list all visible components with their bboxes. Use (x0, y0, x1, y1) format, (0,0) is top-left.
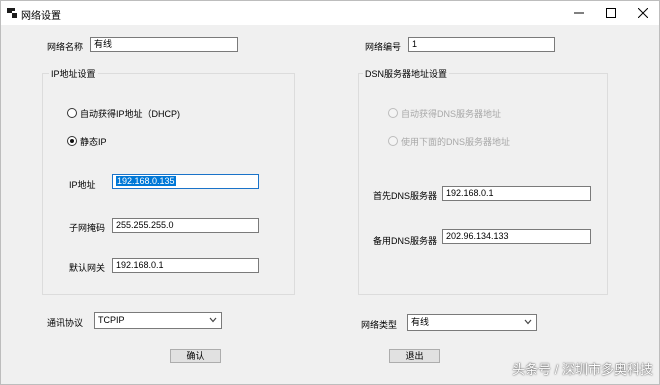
default-gateway-input[interactable]: 192.168.0.1 (112, 258, 259, 273)
ip-address-input[interactable]: 192.168.0.135 (112, 174, 259, 189)
network-settings-window: 网络设置 网络名称 有线 网络编号 1 IP地址设置 自动获得IP地址（DHCP… (0, 0, 660, 385)
subnet-mask-input[interactable]: 255.255.255.0 (112, 218, 259, 233)
dns-settings-title: DSN服务器地址设置 (363, 67, 450, 80)
manual-dns-radio[interactable] (388, 136, 398, 146)
protocol-label: 通讯协议 (47, 318, 84, 328)
default-gateway-label: 默认网关 (69, 263, 106, 273)
dhcp-radio[interactable] (67, 108, 77, 118)
minimize-icon (574, 12, 584, 14)
window-title: 网络设置 (21, 11, 61, 22)
auto-dns-radio-label[interactable]: 自动获得DNS服务器地址 (401, 107, 501, 120)
auto-dns-radio[interactable] (388, 108, 398, 118)
network-type-select-value: 有线 (411, 317, 430, 327)
minimize-button[interactable] (563, 1, 595, 25)
app-window-icon (7, 8, 17, 18)
network-type-label: 网络类型 (361, 320, 398, 330)
protocol-select[interactable]: TCPIP (94, 312, 222, 329)
maximize-button[interactable] (595, 1, 627, 25)
confirm-button[interactable]: 确认 (170, 349, 221, 363)
ip-address-label: IP地址 (69, 180, 96, 190)
manual-dns-radio-label[interactable]: 使用下面的DNS服务器地址 (401, 135, 510, 148)
network-id-label: 网络编号 (365, 42, 402, 52)
network-id-input[interactable]: 1 (408, 37, 555, 52)
subnet-mask-label: 子网掩码 (69, 223, 106, 233)
network-type-select[interactable]: 有线 (407, 314, 537, 331)
chevron-down-icon (524, 319, 532, 325)
network-name-label: 网络名称 (47, 42, 84, 52)
dhcp-radio-label[interactable]: 自动获得IP地址（DHCP) (80, 107, 180, 120)
network-name-input[interactable]: 有线 (90, 37, 238, 52)
static-ip-radio[interactable] (67, 136, 77, 146)
watermark-text: 头条号 / 深圳市多奥科技 (512, 362, 653, 377)
alternate-dns-label: 备用DNS服务器 (373, 236, 438, 246)
title-bar: 网络设置 (1, 1, 659, 25)
alternate-dns-input[interactable]: 202.96.134.133 (442, 229, 591, 244)
protocol-select-value: TCPIP (98, 315, 125, 325)
ip-address-selected-text: 192.168.0.135 (116, 176, 176, 186)
chevron-down-icon (209, 317, 217, 323)
preferred-dns-input[interactable]: 192.168.0.1 (442, 186, 591, 201)
exit-button[interactable]: 退出 (389, 349, 440, 363)
close-icon (638, 8, 648, 18)
preferred-dns-label: 首先DNS服务器 (373, 191, 438, 201)
ip-settings-title: IP地址设置 (49, 67, 98, 80)
close-button[interactable] (627, 1, 659, 25)
static-ip-radio-label[interactable]: 静态IP (80, 135, 107, 148)
maximize-icon (606, 8, 616, 18)
